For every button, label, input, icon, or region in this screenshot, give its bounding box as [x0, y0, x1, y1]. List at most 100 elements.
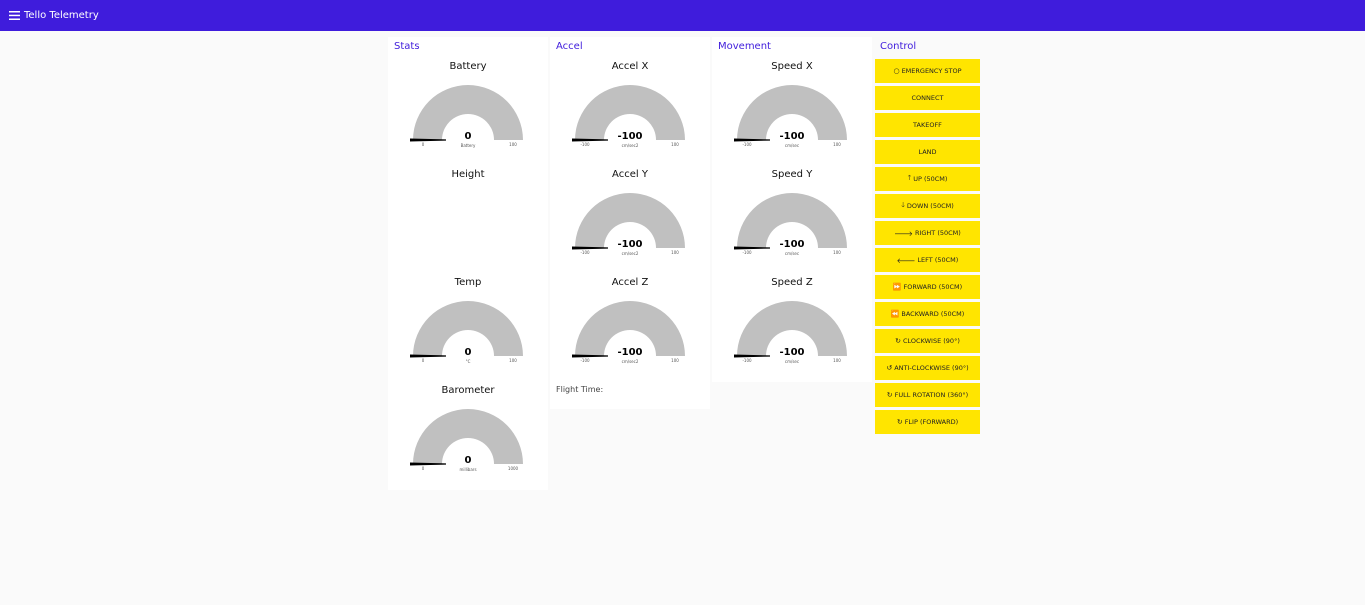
control-button-icon: ↻: [886, 391, 893, 399]
barometer-gauge-units: millibars: [459, 467, 476, 472]
accel-z-gauge-dial: -100cm/sec2-100 100: [572, 301, 685, 364]
speed-z-gauge-dial: -100cm/sec-100 100: [734, 301, 847, 364]
control-button-anti-clockwise-90[interactable]: ↺ ANTI-CLOCKWISE (90°): [875, 356, 980, 380]
accel-z-gauge: Accel Z -100 cm/sec2 -100 100: [550, 271, 710, 379]
temp-gauge-min: 0: [422, 358, 425, 363]
control-button-down-50cm[interactable]: 🡓 DOWN (50CM): [875, 194, 980, 218]
speed-y-gauge-units: cm/sec: [785, 251, 799, 256]
temp-gauge: Temp 0 °C 0 100: [388, 271, 548, 379]
speed-x-gauge-min: -100: [742, 142, 752, 147]
control-button-land[interactable]: LAND: [875, 140, 980, 164]
speed-z-gauge-min: -100: [742, 358, 752, 363]
control-button-icon: ○: [893, 67, 900, 75]
accel-y-gauge: Accel Y -100 cm/sec2 -100 100: [550, 163, 710, 271]
control-button-clockwise-90[interactable]: ↻ CLOCKWISE (90°): [875, 329, 980, 353]
accel-x-gauge: Accel X -100 cm/sec2 -100 100: [550, 55, 710, 163]
control-button-label: LAND: [918, 148, 937, 156]
control-button-label: CLOCKWISE (90°): [903, 337, 960, 345]
flight-time-label: Flight Time:: [556, 385, 604, 394]
speed-x-gauge: Speed X -100 cm/sec -100 100: [712, 55, 872, 163]
battery-gauge-units: Battery: [461, 143, 476, 148]
control-button-label: FULL ROTATION (360°): [894, 391, 969, 399]
control-button-forward-50cm[interactable]: ⏩ FORWARD (50CM): [875, 275, 980, 299]
stats-group: Stats Battery 0 Battery 0 100 Height Temp 0…: [388, 37, 548, 490]
accel-x-gauge-value: -100: [617, 131, 642, 142]
accel-z-gauge-units: cm/sec2: [622, 359, 639, 364]
control-button-up-50cm[interactable]: 🡑 UP (50CM): [875, 167, 980, 191]
accel-y-gauge-min: -100: [580, 250, 590, 255]
barometer-gauge: Barometer 0 millibars 0 1000: [388, 379, 548, 487]
control-button-label: TAKEOFF: [913, 121, 942, 129]
speed-x-gauge-units: cm/sec: [785, 143, 799, 148]
temp-gauge-units: °C: [466, 359, 471, 364]
accel-x-gauge-units: cm/sec2: [622, 143, 639, 148]
control-button-connect[interactable]: CONNECT: [875, 86, 980, 110]
temp-gauge-max: 100: [509, 358, 517, 363]
control-button-icon: 🡑: [907, 173, 912, 182]
control-button-full-rotation-360[interactable]: ↻ FULL ROTATION (360°): [875, 383, 980, 407]
control-button-icon: ↻: [895, 337, 901, 345]
accel-z-gauge-value: -100: [617, 347, 642, 358]
control-group-title: Control: [880, 41, 917, 52]
battery-gauge-dial: 0Battery0 100: [410, 85, 523, 148]
temp-gauge-value: 0: [465, 347, 472, 358]
barometer-gauge-dial: 0millibars0 1000: [410, 409, 523, 472]
control-button-backward-50cm[interactable]: ⏪ BACKWARD (50CM): [875, 302, 980, 326]
control-button-icon: 🡓: [901, 200, 905, 209]
temp-gauge-dial: 0°C0 100: [410, 301, 523, 364]
speed-y-gauge-value: -100: [779, 239, 804, 250]
control-button-icon: ↻: [896, 418, 903, 426]
speed-y-gauge-min: -100: [742, 250, 752, 255]
speed-y-gauge-dial: -100cm/sec-100 100: [734, 193, 847, 256]
control-button-label: CONNECT: [911, 94, 944, 102]
accel-x-gauge-max: 100: [671, 142, 679, 147]
accel-z-gauge-min: -100: [580, 358, 590, 363]
control-button-icon: ⏩: [892, 283, 902, 291]
accel-x-gauge-min: -100: [580, 142, 590, 147]
control-button-left-50cm[interactable]: 🡐 LEFT (50CM): [875, 248, 980, 272]
control-button-label: FLIP (FORWARD): [904, 418, 959, 426]
speed-y-gauge: Speed Y -100 cm/sec -100 100: [712, 163, 872, 271]
speed-z-gauge-units: cm/sec: [785, 359, 799, 364]
speed-z-gauge: Speed Z -100 cm/sec -100 100: [712, 271, 872, 379]
control-button-takeoff[interactable]: TAKEOFF: [875, 113, 980, 137]
speed-z-gauge-max: 100: [833, 358, 841, 363]
height-widget: Height: [388, 163, 548, 271]
battery-gauge-value: 0: [465, 131, 472, 142]
barometer-gauge-max: 1000: [508, 466, 519, 471]
control-button-icon: 🡒: [894, 229, 913, 238]
control-button-flip-forward[interactable]: ↻ FLIP (FORWARD): [875, 410, 980, 434]
stats-group-title: Stats: [394, 41, 420, 52]
control-button-right-50cm[interactable]: 🡒 RIGHT (50CM): [875, 221, 980, 245]
control-button-label: UP (50CM): [913, 175, 948, 183]
speed-x-gauge-value: -100: [779, 131, 804, 142]
movement-group-title: Movement: [718, 41, 771, 52]
barometer-gauge-value: 0: [465, 455, 472, 466]
control-button-label: BACKWARD (50CM): [901, 310, 965, 318]
control-button-icon: ⏪: [890, 310, 900, 318]
speed-y-gauge-max: 100: [833, 250, 841, 255]
accel-z-gauge-max: 100: [671, 358, 679, 363]
accel-group-title: Accel: [556, 41, 583, 52]
control-button-label: LEFT (50CM): [917, 256, 959, 264]
battery-gauge: Battery 0 Battery 0 100: [388, 55, 548, 163]
movement-group: Movement Speed X -100 cm/sec -100 100 Speed…: [712, 37, 872, 382]
control-button-label: RIGHT (50CM): [914, 229, 961, 237]
accel-group: Accel Accel X -100 cm/sec2 -100 100 Accel Y…: [550, 37, 710, 409]
battery-gauge-min: 0: [422, 142, 425, 147]
accel-y-gauge-units: cm/sec2: [622, 251, 639, 256]
control-button-label: FORWARD (50CM): [903, 283, 963, 291]
height-title: Height: [451, 169, 485, 180]
app-title: Tello Telemetry: [24, 10, 99, 21]
control-button-icon: 🡐: [896, 256, 916, 265]
control-button-label: DOWN (50CM): [906, 202, 954, 210]
control-group: Control: [874, 37, 981, 57]
speed-x-gauge-dial: -100cm/sec-100 100: [734, 85, 847, 148]
speed-z-gauge-value: -100: [779, 347, 804, 358]
control-button-emergency-stop[interactable]: ○ EMERGENCY STOP: [875, 59, 980, 83]
accel-y-gauge-max: 100: [671, 250, 679, 255]
menu-icon: [8, 11, 20, 20]
top-bar: Tello Telemetry: [0, 0, 1365, 31]
speed-x-gauge-max: 100: [833, 142, 841, 147]
accel-x-gauge-dial: -100cm/sec2-100 100: [572, 85, 685, 148]
